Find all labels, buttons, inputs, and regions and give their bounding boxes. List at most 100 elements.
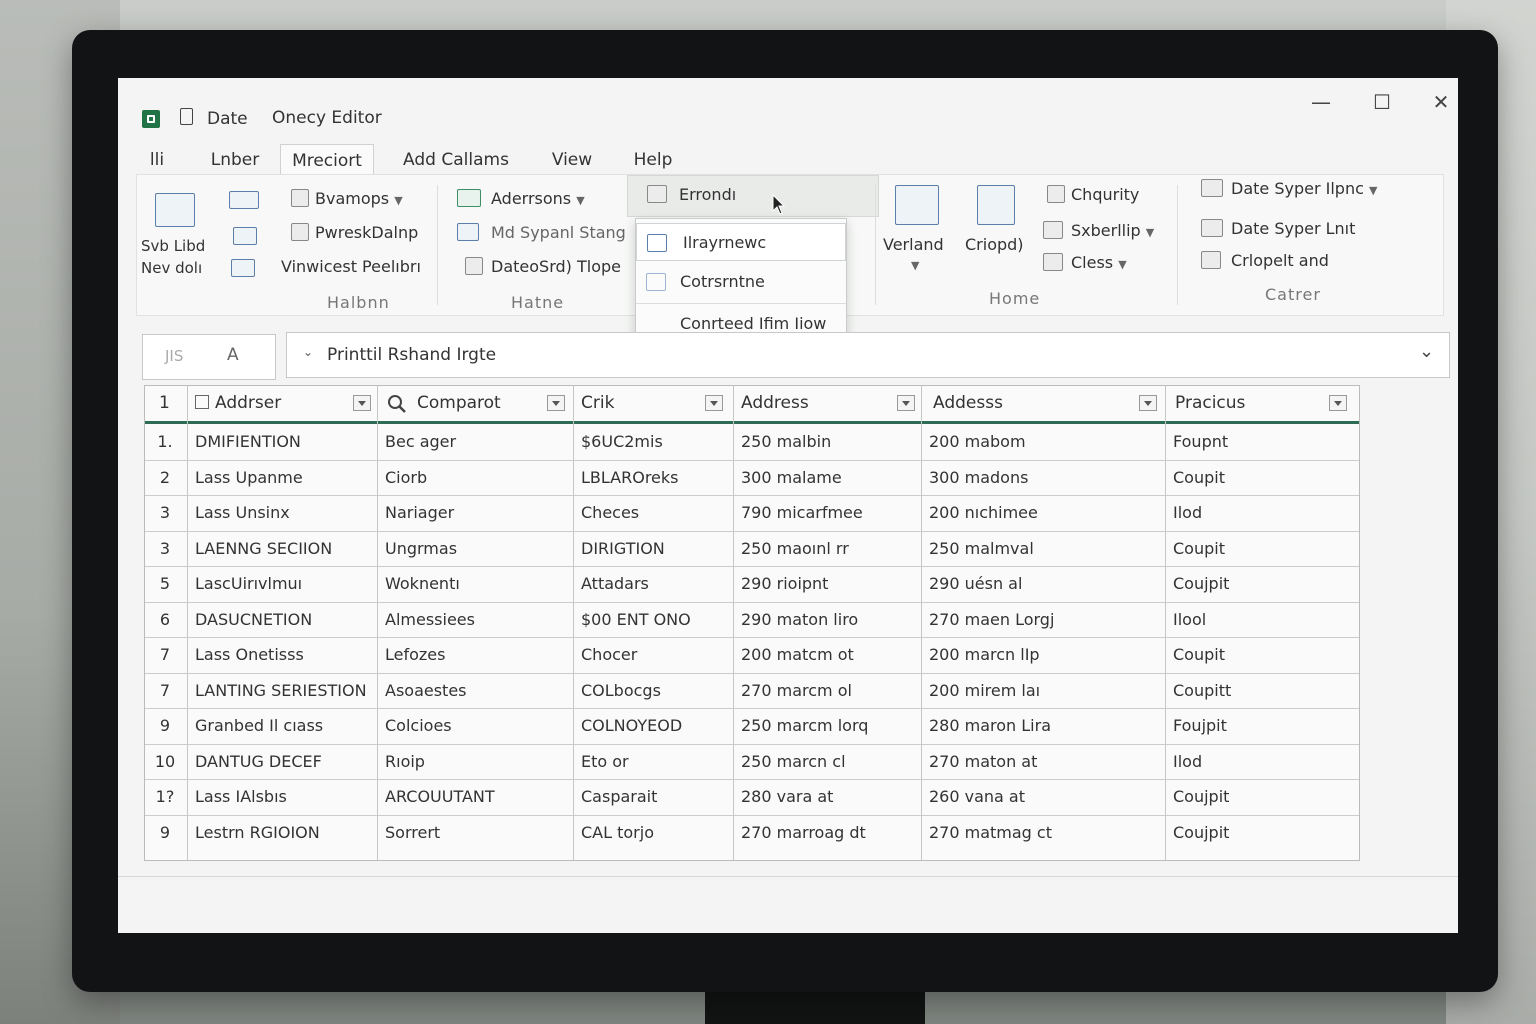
row-number[interactable]: 10: [145, 744, 185, 779]
tab-file[interactable]: lli: [142, 144, 172, 176]
close-button[interactable]: ✕: [1421, 86, 1458, 118]
ribbon-sxberllip[interactable]: Sxberllip ▼: [1071, 221, 1154, 240]
table-icon[interactable]: [155, 193, 195, 227]
ribbon-dateosrd[interactable]: DateoSrd) Tlope: [491, 257, 621, 276]
row-number[interactable]: 1?: [145, 779, 185, 814]
table-cell[interactable]: Ilool: [1173, 602, 1206, 637]
table-cell[interactable]: 250 marcm lorq: [741, 708, 868, 743]
ribbon-md-sypanl[interactable]: Md Sypanl Stang: [491, 223, 626, 242]
table-cell[interactable]: Coujpit: [1173, 779, 1229, 814]
table-cell[interactable]: 260 vana at: [929, 779, 1025, 814]
table-cell[interactable]: Attadars: [581, 566, 649, 601]
table-cell[interactable]: Nariager: [385, 495, 454, 530]
filter-dropdown-icon[interactable]: [897, 395, 915, 411]
table-cell[interactable]: 250 malbin: [741, 424, 831, 459]
maximize-button[interactable]: ☐: [1362, 86, 1402, 118]
menu-item-ilrayrnewc[interactable]: Ilrayrnewc: [636, 223, 846, 261]
table-cell[interactable]: Coujpit: [1173, 815, 1229, 850]
verland-chevron-down-icon[interactable]: ▼: [911, 259, 919, 272]
table-cell[interactable]: 270 marcm ol: [741, 673, 852, 708]
table-cell[interactable]: Ilod: [1173, 744, 1202, 779]
table-cell[interactable]: 200 mabom: [929, 424, 1026, 459]
table-cell[interactable]: 290 uésn al: [929, 566, 1022, 601]
table-cell[interactable]: Lefozes: [385, 637, 445, 672]
tab-lnber[interactable]: Lnber: [200, 144, 270, 176]
ribbon-date-syper-ilpnc[interactable]: Date Syper Ilpnc ▼: [1231, 179, 1377, 198]
table-cell[interactable]: Lass Unsinx: [195, 495, 290, 530]
table-cell[interactable]: 790 micarfmee: [741, 495, 863, 530]
refresh-icon[interactable]: [233, 227, 257, 245]
corner-cell[interactable]: 1: [159, 386, 170, 421]
filter-dropdown-icon[interactable]: [547, 395, 565, 411]
table-cell[interactable]: $00 ENT ONO: [581, 602, 691, 637]
row-number[interactable]: 3: [145, 495, 185, 530]
tab-view[interactable]: View: [544, 144, 600, 176]
table-cell[interactable]: COLNOYEOD: [581, 708, 682, 743]
table-cell[interactable]: Coupit: [1173, 460, 1225, 495]
table-cell[interactable]: Coupit: [1173, 531, 1225, 566]
ribbon-bvamops[interactable]: Bvamops ▼: [315, 189, 403, 208]
table-cell[interactable]: 270 maen Lorgj: [929, 602, 1054, 637]
ribbon-cless[interactable]: Cless ▼: [1071, 253, 1127, 272]
table-cell[interactable]: 280 vara at: [741, 779, 833, 814]
filter-dropdown-icon[interactable]: [353, 395, 371, 411]
column-header[interactable]: Crik: [581, 386, 614, 421]
table-cell[interactable]: Ciorb: [385, 460, 427, 495]
table-cell[interactable]: 250 marcn cl: [741, 744, 846, 779]
table-cell[interactable]: Woknentı: [385, 566, 460, 601]
column-header[interactable]: Addrser: [215, 386, 281, 421]
row-number[interactable]: 1.: [145, 424, 185, 459]
table-cell[interactable]: 250 maoınl rr: [741, 531, 849, 566]
ribbon-pwreskdalnp[interactable]: PwreskDalnp: [315, 223, 418, 242]
formula-chevron-down-icon[interactable]: ⌄: [303, 345, 313, 359]
table-cell[interactable]: Coupit: [1173, 637, 1225, 672]
table-cell[interactable]: Colcioes: [385, 708, 452, 743]
table-cell[interactable]: Checes: [581, 495, 639, 530]
table-cell[interactable]: 200 matcm ot: [741, 637, 854, 672]
table-cell[interactable]: 290 rioipnt: [741, 566, 828, 601]
table-cell[interactable]: Ungrmas: [385, 531, 457, 566]
table-cell[interactable]: Lestrn RGIOION: [195, 815, 320, 850]
formula-bar[interactable]: ⌄ Printtil Rshand Irgte ⌄: [286, 332, 1450, 378]
ribbon-date-syper-lnit[interactable]: Date Syper Lnıt: [1231, 219, 1355, 238]
table-cell[interactable]: CAL torjo: [581, 815, 654, 850]
verland-icon[interactable]: [895, 185, 939, 225]
ribbon-chqurity[interactable]: Chqurity: [1071, 185, 1139, 204]
table-cell[interactable]: Lass Upanme: [195, 460, 303, 495]
table-cell[interactable]: 270 matmag ct: [929, 815, 1052, 850]
row-number[interactable]: 6: [145, 602, 185, 637]
table-cell[interactable]: Chocer: [581, 637, 637, 672]
table-cell[interactable]: COLbocgs: [581, 673, 661, 708]
table-cell[interactable]: Bec ager: [385, 424, 456, 459]
column-header[interactable]: Comparot: [417, 386, 501, 421]
table-cell[interactable]: ARCOUUTANT: [385, 779, 495, 814]
ribbon-vinwicest[interactable]: Vinwicest Peelıbrı: [281, 257, 421, 276]
table-cell[interactable]: Eto or: [581, 744, 629, 779]
table-cell[interactable]: LBLAROreks: [581, 460, 679, 495]
row-number[interactable]: 5: [145, 566, 185, 601]
table-cell[interactable]: Granbed Il cıass: [195, 708, 323, 743]
table-cell[interactable]: 280 maron Lira: [929, 708, 1051, 743]
table-cell[interactable]: 270 maton at: [929, 744, 1037, 779]
table-cell[interactable]: 300 malame: [741, 460, 842, 495]
ribbon-verland[interactable]: Verland: [883, 235, 944, 254]
table-cell[interactable]: DMIFIENTION: [195, 424, 301, 459]
filter-dropdown-icon[interactable]: [1329, 395, 1347, 411]
table-cell[interactable]: $6UC2mis: [581, 424, 663, 459]
table-cell[interactable]: Foujpit: [1173, 708, 1227, 743]
column-header[interactable]: Address: [741, 386, 809, 421]
expand-chevron-down-icon[interactable]: ⌄: [1419, 341, 1434, 362]
row-number[interactable]: 2: [145, 460, 185, 495]
row-number[interactable]: 7: [145, 673, 185, 708]
column-header[interactable]: Pracicus: [1175, 386, 1245, 421]
table-cell[interactable]: 250 malmval: [929, 531, 1034, 566]
table-cell[interactable]: Foupnt: [1173, 424, 1228, 459]
table-cell[interactable]: Rıoip: [385, 744, 425, 779]
table-cell[interactable]: 290 maton liro: [741, 602, 858, 637]
column-header[interactable]: Addesss: [933, 386, 1003, 421]
ribbon-criopd[interactable]: Criopd): [965, 235, 1024, 254]
ribbon-crlopelt-and[interactable]: Crlopelt and: [1231, 251, 1329, 270]
filter-dropdown-icon[interactable]: [1139, 395, 1157, 411]
table-cell[interactable]: 200 marcn lIp: [929, 637, 1040, 672]
table-cell[interactable]: Almessiees: [385, 602, 475, 637]
